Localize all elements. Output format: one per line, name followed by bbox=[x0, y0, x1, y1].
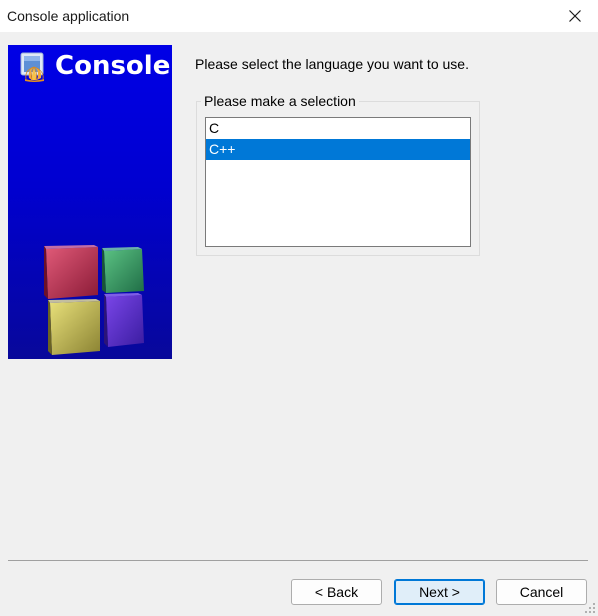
close-button[interactable] bbox=[552, 0, 598, 32]
resize-grip-icon[interactable] bbox=[584, 602, 596, 614]
title-bar: Console application bbox=[0, 0, 598, 32]
language-listbox[interactable]: C C++ bbox=[205, 117, 471, 247]
list-item-cpp[interactable]: C++ bbox=[206, 139, 470, 160]
wizard-banner: Console bbox=[8, 45, 172, 359]
window-title: Console application bbox=[7, 8, 130, 24]
language-prompt: Please select the language you want to u… bbox=[195, 56, 469, 72]
cancel-button[interactable]: Cancel bbox=[496, 579, 587, 605]
list-item-c[interactable]: C bbox=[206, 118, 470, 139]
close-icon bbox=[569, 10, 581, 22]
colored-cubes-logo bbox=[44, 245, 144, 355]
back-button[interactable]: < Back bbox=[291, 579, 382, 605]
wizard-shell-icon bbox=[20, 52, 44, 82]
banner-title: Console bbox=[55, 51, 171, 81]
next-button[interactable]: Next > bbox=[394, 579, 485, 605]
footer-separator bbox=[8, 560, 588, 561]
groupbox-label: Please make a selection bbox=[201, 93, 359, 109]
